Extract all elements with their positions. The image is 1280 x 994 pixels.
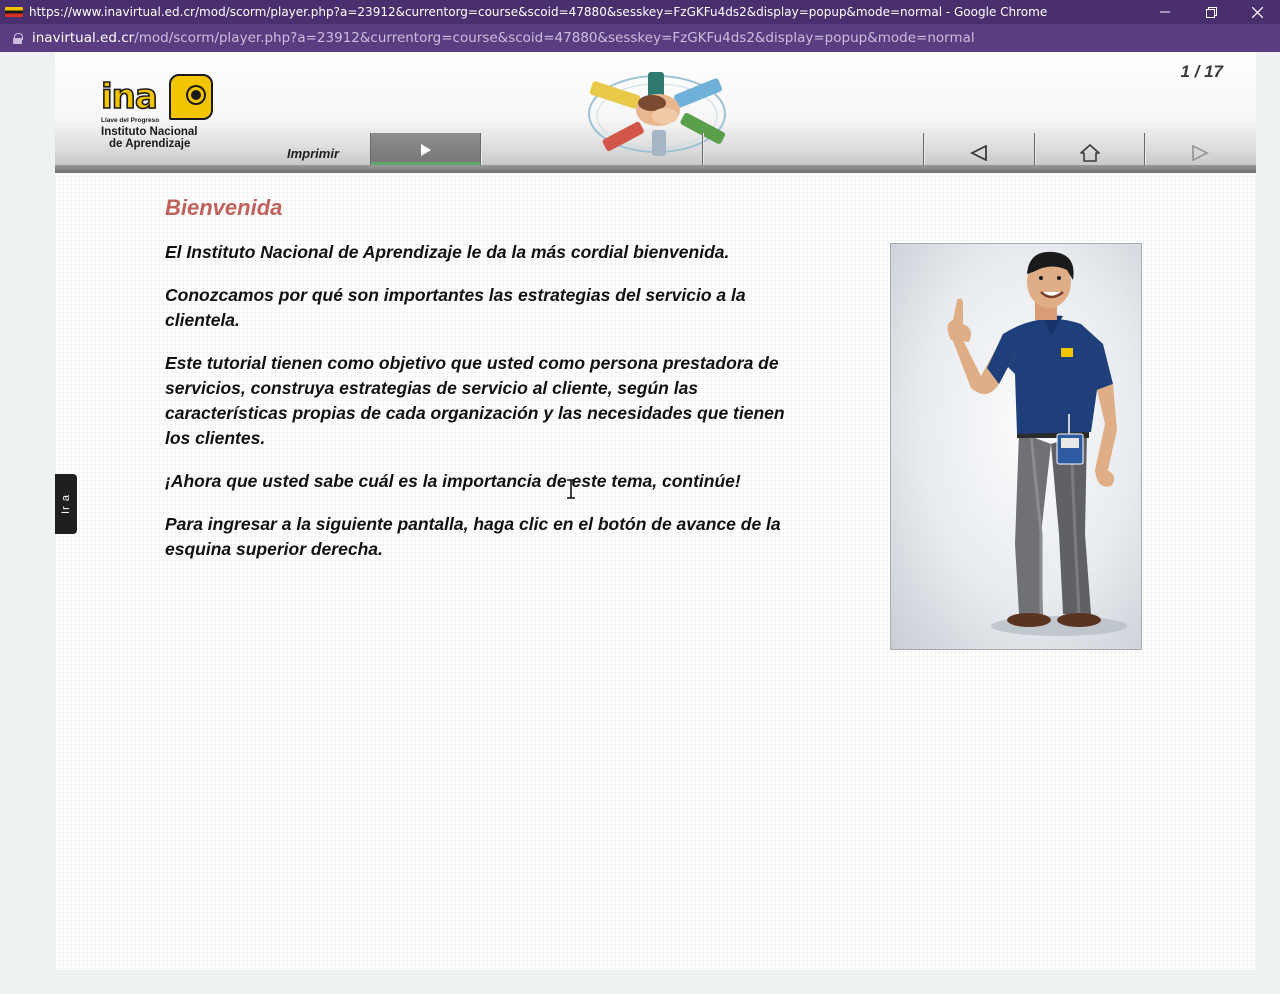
nav-divider [480,133,481,173]
home-button[interactable] [1035,133,1145,173]
forward-arrow-icon [1192,145,1209,161]
back-button[interactable] [924,133,1034,173]
text-cursor-icon [567,479,575,499]
page-title: Bienvenida [165,195,283,220]
paragraph: El Instituto Nacional de Aprendizaje le … [165,242,730,262]
go-to-tab[interactable]: Ir a [55,474,77,534]
logo-tagline: Llave del Progreso [101,117,160,124]
page-counter: 1 / 17 [1180,62,1223,81]
paragraph: ¡Ahora que usted sabe cuál es la importa… [165,471,741,491]
logo-key-icon [169,74,213,120]
restore-icon [1205,6,1217,18]
close-icon [1251,6,1263,18]
logo-name-line1: Instituto Nacional [101,126,198,138]
home-icon [1080,144,1100,162]
go-to-tab-label: Ir a [60,494,72,514]
teamwork-hands-image [588,72,726,156]
progress-track [371,165,480,173]
restore-button[interactable] [1188,0,1234,24]
nav-divider [702,133,703,173]
play-button[interactable] [371,133,480,173]
progress-bar [371,162,480,165]
paragraph: Para ingresar a la siguiente pantalla, h… [165,514,781,559]
back-arrow-icon [970,145,987,161]
scorm-content: ina Llave del Progreso Instituto Naciona… [55,52,1256,970]
url-host: inavirtual.ed.cr [32,30,135,46]
url-path: /mod/scorm/player.php?a=23912&currentorg… [134,30,975,46]
logo-name-line2: de Aprendizaje [109,138,191,150]
close-button[interactable] [1234,0,1280,24]
instructor-figure [947,251,1127,636]
browser-title-bar: https://www.inavirtual.ed.cr/mod/scorm/p… [0,0,1280,24]
minimize-icon [1160,11,1170,13]
minimize-button[interactable] [1142,0,1188,24]
course-header: ina Llave del Progreso Instituto Naciona… [55,52,1256,173]
address-bar[interactable]: inavirtual.ed.cr/mod/scorm/player.php?a=… [0,24,1280,52]
logo-word: ina [100,77,158,117]
ina-flag-icon [5,7,23,17]
instructor-character-image [890,243,1142,650]
play-icon [421,144,431,156]
ina-logo: ina Llave del Progreso Instituto Naciona… [99,74,219,152]
paragraph: Este tutorial tienen como objetivo que u… [165,353,785,448]
forward-button[interactable] [1145,133,1255,173]
lock-icon[interactable] [13,32,23,44]
print-button[interactable]: Imprimir [287,146,339,161]
paragraph: Conozcamos por qué son importantes las e… [165,285,746,330]
intro-text: El Instituto Nacional de Aprendizaje le … [165,240,800,580]
window-title: https://www.inavirtual.ed.cr/mod/scorm/p… [29,5,1048,19]
